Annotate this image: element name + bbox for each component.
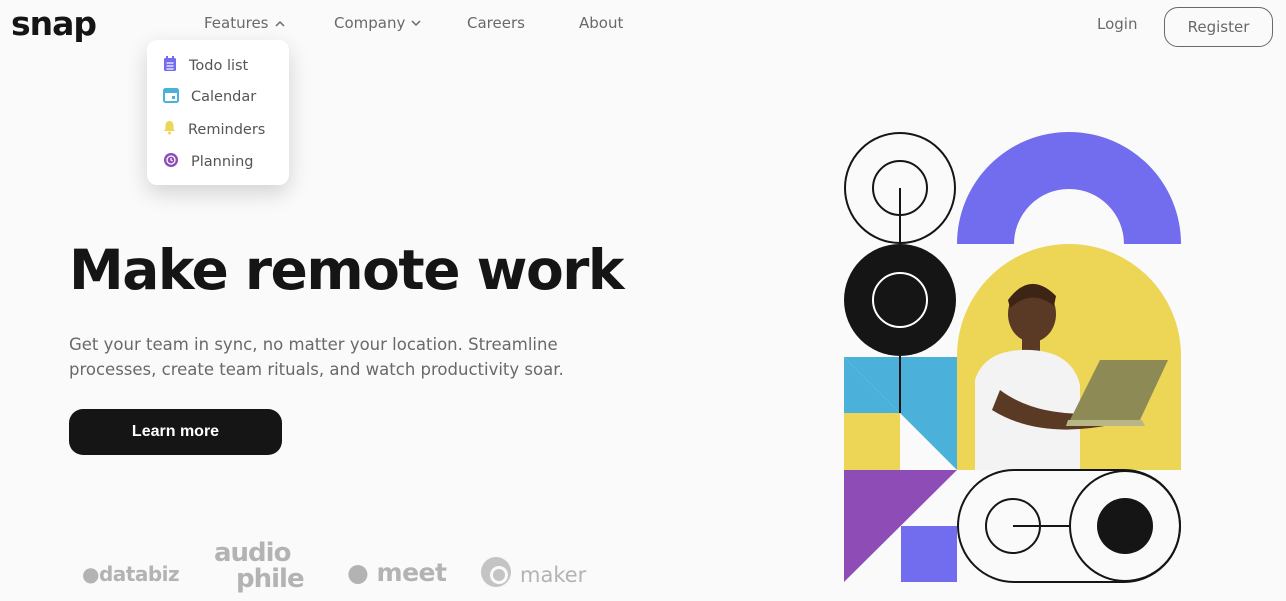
calendar-icon	[163, 87, 179, 107]
chevron-down-icon	[411, 17, 421, 30]
features-dropdown: Todo list Calendar Reminders Planning	[147, 40, 289, 185]
nav-company[interactable]: Company	[334, 14, 421, 32]
menu-item-label: Calendar	[191, 89, 257, 105]
hero-title: Make remote work	[69, 238, 624, 302]
login-link[interactable]: Login	[1097, 15, 1137, 33]
todo-list-icon	[163, 56, 177, 76]
audiophile-logo-top: audio	[214, 538, 291, 568]
nav-features[interactable]: Features	[204, 14, 285, 32]
hero-description: Get your team in sync, no matter your lo…	[69, 335, 564, 379]
meet-logo: ● meet	[347, 558, 447, 587]
nav-features-label: Features	[204, 14, 269, 32]
maker-logo-label: maker	[520, 562, 587, 587]
menu-item-label: Todo list	[189, 58, 249, 74]
snap-logo[interactable]: snap	[11, 4, 97, 43]
menu-item-label: Planning	[191, 154, 254, 170]
audiophile-logo: audio phile	[214, 538, 305, 594]
menu-item-reminders[interactable]: Reminders	[163, 120, 265, 139]
nav-company-label: Company	[334, 14, 406, 32]
chevron-up-icon	[274, 17, 285, 30]
maker-logo: maker	[480, 556, 586, 593]
nav-about[interactable]: About	[579, 14, 623, 32]
menu-item-todo-list[interactable]: Todo list	[163, 56, 248, 76]
menu-item-planning[interactable]: Planning	[163, 152, 253, 172]
planning-icon	[163, 152, 179, 172]
nav-careers[interactable]: Careers	[467, 14, 525, 32]
audiophile-logo-bottom: phile	[236, 564, 305, 594]
menu-item-calendar[interactable]: Calendar	[163, 87, 256, 107]
hero-illustration	[844, 132, 1181, 583]
bell-icon	[163, 120, 176, 139]
menu-item-label: Reminders	[188, 121, 266, 138]
maker-mark-icon	[480, 556, 512, 593]
learn-more-button[interactable]: Learn more	[69, 409, 282, 455]
register-button[interactable]: Register	[1164, 7, 1273, 47]
databiz-logo: ●databiz	[82, 562, 180, 586]
